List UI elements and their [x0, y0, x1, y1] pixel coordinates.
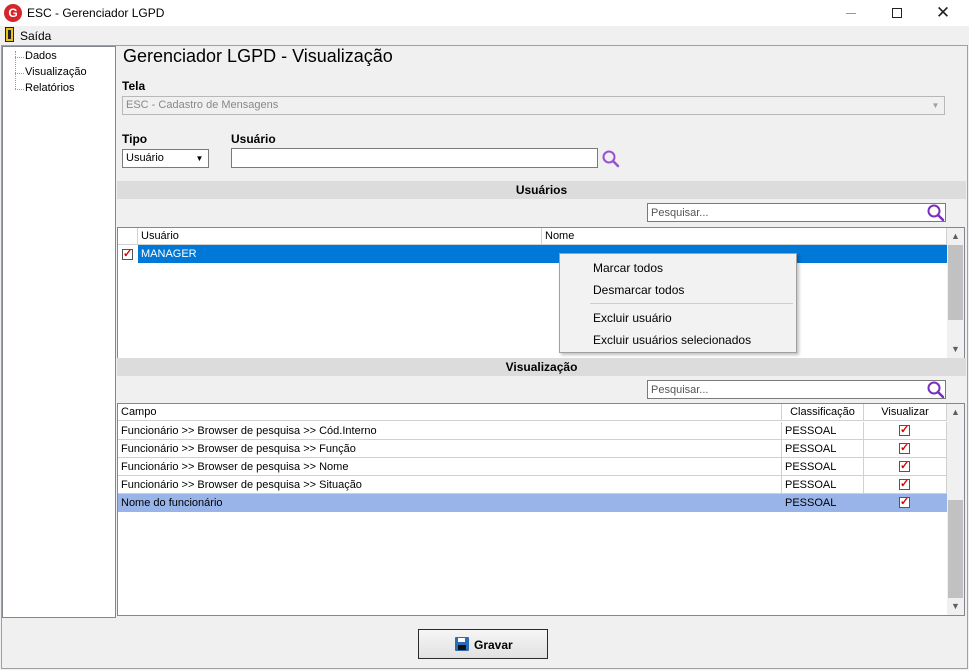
- cell-visualizar: [864, 440, 947, 458]
- cell-classificacao: PESSOAL: [782, 458, 864, 476]
- tree-item-dados[interactable]: Dados: [25, 50, 57, 62]
- cell-campo[interactable]: Funcionário >> Browser de pesquisa >> Si…: [118, 476, 782, 494]
- menu-item-excluir-selecionados[interactable]: Excluir usuários selecionados: [593, 333, 751, 347]
- page-title: Gerenciador LGPD - Visualização: [123, 46, 393, 66]
- grid-header-campo[interactable]: Campo: [118, 404, 782, 421]
- menu-separator: [590, 303, 793, 304]
- scroll-thumb[interactable]: [948, 245, 963, 320]
- menu-item-excluir-usuario[interactable]: Excluir usuário: [593, 311, 672, 325]
- grid-header-classificacao[interactable]: Classificação: [782, 404, 864, 421]
- menu-exit[interactable]: Saída: [20, 29, 51, 43]
- floppy-disk-icon: [455, 637, 469, 651]
- visualizacao-search-input[interactable]: [647, 380, 946, 399]
- chevron-down-icon: ▼: [931, 101, 940, 110]
- menu-item-marcar-todos[interactable]: Marcar todos: [593, 261, 663, 275]
- maximize-button[interactable]: [874, 0, 920, 26]
- grid-header-visualizar[interactable]: Visualizar: [864, 404, 947, 421]
- cell-classificacao: PESSOAL: [782, 440, 864, 458]
- close-button[interactable]: ✕: [920, 0, 966, 26]
- grid-header-nome[interactable]: Nome: [542, 228, 947, 245]
- cell-visualizar: [864, 494, 947, 512]
- cell-visualizar: [864, 458, 947, 476]
- usuario-label: Usuário: [231, 132, 276, 146]
- tela-label: Tela: [122, 79, 146, 93]
- scroll-down-icon[interactable]: ▼: [947, 598, 964, 615]
- cell-usuario: MANAGER: [138, 245, 542, 263]
- usuarios-grid: Usuário Nome MANAGER ▲ ▼: [117, 227, 965, 359]
- menu-bar: Saída: [0, 26, 969, 45]
- scroll-thumb[interactable]: [948, 500, 963, 598]
- save-button-label: Gravar: [474, 638, 513, 652]
- visualizacao-section-header: Visualização: [117, 358, 966, 376]
- visualizacao-scrollbar[interactable]: ▲ ▼: [947, 404, 964, 615]
- tela-select-value: ESC - Cadastro de Mensagens: [126, 99, 279, 111]
- maximize-icon: [892, 8, 902, 19]
- tipo-select[interactable]: Usuário ▼: [122, 149, 209, 168]
- cell-classificacao: PESSOAL: [782, 476, 864, 494]
- visualizar-checkbox[interactable]: [899, 423, 910, 436]
- window-title: ESC - Gerenciador LGPD: [27, 6, 165, 20]
- cell-classificacao: PESSOAL: [782, 422, 864, 440]
- menu-item-desmarcar-todos[interactable]: Desmarcar todos: [593, 283, 684, 297]
- search-icon[interactable]: [926, 203, 946, 223]
- search-icon[interactable]: [601, 149, 621, 169]
- cell-campo[interactable]: Nome do funcionário: [118, 494, 782, 512]
- scroll-up-icon[interactable]: ▲: [947, 404, 964, 421]
- tela-select: ESC - Cadastro de Mensagens ▼: [122, 96, 945, 115]
- visualizar-checkbox[interactable]: [899, 459, 910, 472]
- cell-campo[interactable]: Funcionário >> Browser de pesquisa >> Fu…: [118, 440, 782, 458]
- tree-connector: [15, 73, 24, 74]
- grid-header-check: [118, 228, 138, 245]
- tree-connector: [15, 57, 24, 58]
- row-checkbox[interactable]: [122, 247, 133, 260]
- scroll-down-icon[interactable]: ▼: [947, 341, 964, 358]
- chevron-down-icon[interactable]: ▼: [192, 151, 207, 166]
- cell-campo[interactable]: Funcionário >> Browser de pesquisa >> No…: [118, 458, 782, 476]
- usuario-input[interactable]: [231, 148, 598, 168]
- tree-item-relatorios[interactable]: Relatórios: [25, 82, 75, 94]
- usuarios-search-input[interactable]: [647, 203, 946, 222]
- minimize-button[interactable]: [828, 0, 874, 26]
- tipo-label: Tipo: [122, 132, 148, 146]
- title-bar: G ESC - Gerenciador LGPD ✕: [0, 0, 969, 26]
- app-logo-icon: G: [4, 4, 22, 22]
- visualizar-checkbox[interactable]: [899, 477, 910, 490]
- visualizar-checkbox[interactable]: [899, 441, 910, 454]
- exit-door-icon[interactable]: [5, 27, 14, 42]
- close-icon: ✕: [935, 3, 951, 22]
- usuarios-section-header: Usuários: [117, 181, 966, 199]
- tree-item-visualizacao[interactable]: Visualização: [25, 66, 87, 78]
- visualizacao-grid: Campo Classificação Visualizar Funcionár…: [117, 403, 965, 616]
- cell-visualizar: [864, 422, 947, 440]
- grid-header-usuario[interactable]: Usuário: [138, 228, 542, 245]
- scroll-up-icon[interactable]: ▲: [947, 228, 964, 245]
- save-button[interactable]: Gravar: [418, 629, 548, 659]
- visualizar-checkbox[interactable]: [899, 495, 910, 508]
- usuarios-scrollbar[interactable]: ▲ ▼: [947, 228, 964, 358]
- tipo-select-value: Usuário: [126, 152, 164, 164]
- tree-connector: [15, 89, 24, 90]
- cell-classificacao: PESSOAL: [782, 494, 864, 512]
- minimize-icon: [846, 12, 856, 14]
- navigation-tree: Dados Visualização Relatórios: [2, 46, 116, 618]
- context-menu: Marcar todos Desmarcar todos Excluir usu…: [559, 253, 797, 353]
- search-icon[interactable]: [926, 380, 946, 400]
- cell-campo[interactable]: Funcionário >> Browser de pesquisa >> Có…: [118, 422, 782, 440]
- cell-visualizar: [864, 476, 947, 494]
